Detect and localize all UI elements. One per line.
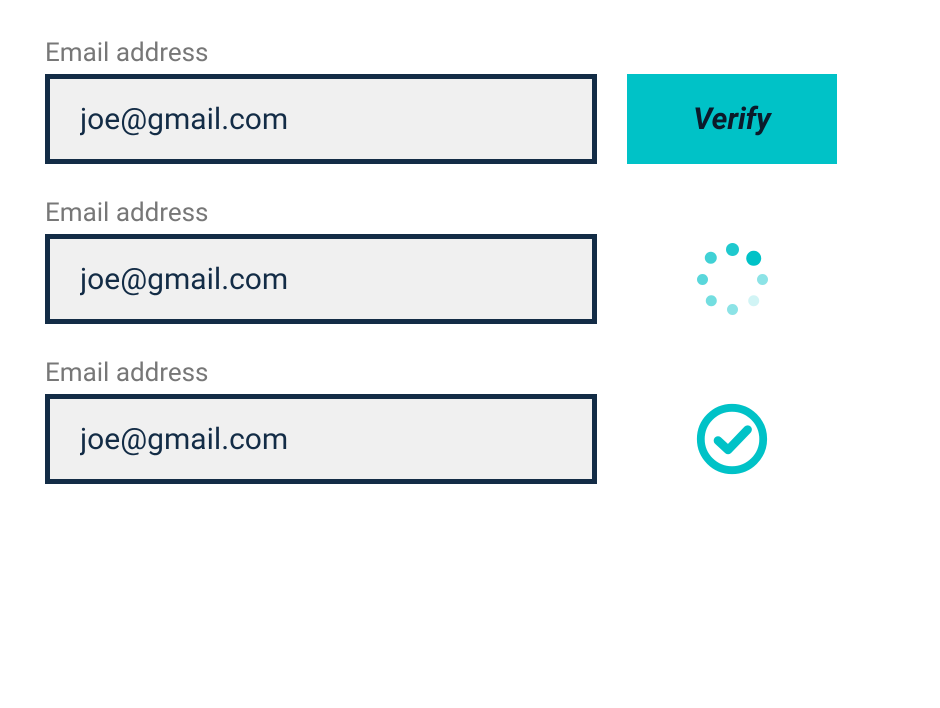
email-input-row: Verify xyxy=(45,74,895,164)
email-input-row xyxy=(45,234,895,324)
email-input[interactable] xyxy=(45,234,597,324)
email-label: Email address xyxy=(45,358,895,388)
email-row-success: Email address xyxy=(45,358,895,484)
status-loading xyxy=(627,234,837,324)
email-label: Email address xyxy=(45,38,895,68)
check-circle-icon xyxy=(693,400,771,478)
email-input[interactable] xyxy=(45,74,597,164)
email-row-verify: Email address Verify xyxy=(45,38,895,164)
email-row-loading: Email address xyxy=(45,198,895,324)
status-success xyxy=(627,394,837,484)
spinner-icon xyxy=(693,240,771,318)
verify-button[interactable]: Verify xyxy=(627,74,837,164)
email-input-row xyxy=(45,394,895,484)
email-label: Email address xyxy=(45,198,895,228)
email-input[interactable] xyxy=(45,394,597,484)
